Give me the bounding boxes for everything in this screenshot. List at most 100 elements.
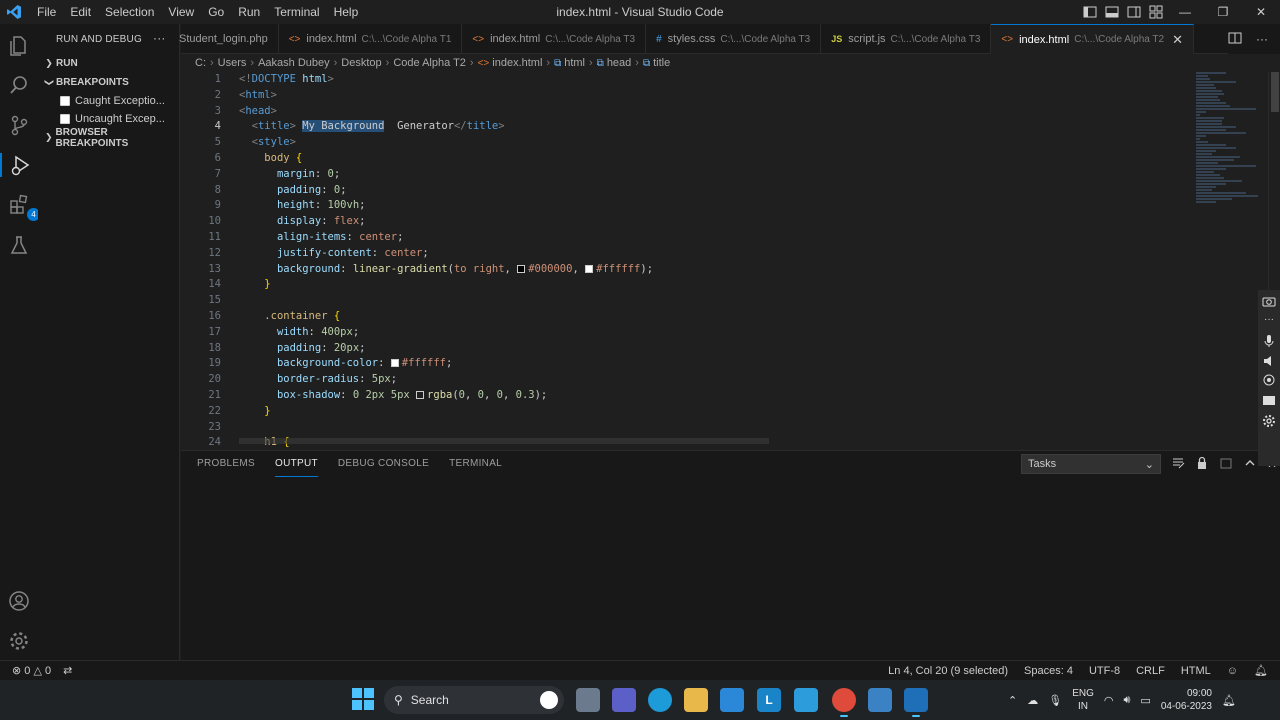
code-area[interactable]: <!DOCTYPE html> <html> <head> <title> My… (239, 72, 1179, 450)
split-editor-icon[interactable] (1228, 31, 1242, 48)
checkbox[interactable] (60, 114, 70, 124)
feedback-icon[interactable]: ☺ (1227, 665, 1238, 677)
lock-scroll-icon[interactable] (1195, 456, 1209, 473)
run-section[interactable]: ❯ RUN (38, 54, 179, 73)
color-swatch-black[interactable] (517, 264, 526, 273)
breadcrumb-item[interactable]: title (653, 57, 670, 69)
tab-index-t3[interactable]: <> index.html C:\...\Code Alpha T3 (462, 24, 647, 54)
close-tab-icon[interactable]: ✕ (1172, 32, 1183, 48)
problems-indicator[interactable]: ⊗ 0 △ 0 (12, 664, 51, 677)
edge-browser-icon[interactable] (648, 688, 672, 712)
tab-script-js[interactable]: JS script.js C:\...\Code Alpha T3 (821, 24, 992, 54)
customize-layout-icon[interactable] (1148, 4, 1164, 20)
speaker-icon[interactable] (1262, 354, 1276, 368)
more-actions-icon[interactable]: ··· (153, 31, 166, 45)
live-share-icon[interactable]: ⇄ (63, 664, 72, 677)
color-swatch-white[interactable] (390, 359, 399, 368)
close-window-button[interactable]: ✕ (1242, 0, 1280, 24)
taskbar-search[interactable]: ⚲ Search (384, 686, 564, 714)
color-swatch-rgba[interactable] (416, 390, 425, 399)
chrome-browser-icon[interactable] (832, 688, 856, 717)
input-language[interactable]: ENG IN (1072, 687, 1094, 713)
account-icon[interactable] (7, 589, 31, 613)
testing-icon[interactable] (7, 233, 31, 257)
lightshot-l-icon[interactable]: L (757, 688, 781, 712)
recorder-camera-icon[interactable] (1262, 294, 1276, 308)
notification-center-icon[interactable]: 🔔︎ (1222, 694, 1236, 707)
breadcrumb-item[interactable]: html (564, 57, 585, 69)
search-icon[interactable] (7, 73, 31, 97)
file-explorer-icon[interactable] (684, 688, 708, 712)
explorer-icon[interactable] (7, 33, 31, 57)
line-ending[interactable]: CRLF (1136, 665, 1165, 677)
tab-problems[interactable]: PROBLEMS (197, 451, 255, 477)
tab-debug-console[interactable]: DEBUG CONSOLE (338, 451, 429, 477)
store-icon[interactable] (794, 688, 818, 712)
manage-gear-icon[interactable] (7, 629, 31, 653)
menu-view[interactable]: View (161, 0, 201, 24)
teams-chat-icon[interactable] (612, 688, 636, 712)
volume-icon[interactable]: 🔊︎ (1123, 694, 1130, 707)
breakpoint-caught-exceptions[interactable]: Caught Exceptio... (38, 92, 179, 110)
wifi-icon[interactable]: ◠ (1104, 694, 1114, 707)
cloud-icon[interactable]: ☁ (1027, 694, 1038, 707)
maximize-panel-icon[interactable] (1243, 456, 1257, 473)
webcam-icon[interactable] (1262, 374, 1276, 388)
breadcrumb-item[interactable]: C: (195, 57, 206, 69)
breakpoints-section[interactable]: ❯ BREAKPOINTS (38, 73, 179, 92)
breadcrumb-item[interactable]: Users (218, 57, 247, 69)
extensions-icon[interactable]: 4 (7, 193, 40, 221)
breadcrumb-item[interactable]: index.html (492, 57, 542, 69)
minimap[interactable] (1196, 72, 1266, 242)
horizontal-scrollbar[interactable] (239, 438, 769, 444)
vscode-taskbar-icon[interactable] (904, 688, 928, 717)
windows-start-icon[interactable] (352, 688, 374, 710)
language-mode[interactable]: HTML (1181, 665, 1211, 677)
tab-index-t1[interactable]: <> index.html C:\...\Code Alpha T1 (279, 24, 463, 54)
color-swatch-white[interactable] (585, 264, 594, 273)
output-channel-select[interactable]: Tasks ⌄ (1021, 454, 1161, 474)
clock[interactable]: 09:00 04-06-2023 (1161, 687, 1212, 713)
more-actions-icon[interactable]: ··· (1256, 32, 1268, 46)
menu-selection[interactable]: Selection (98, 0, 161, 24)
clear-output-icon[interactable] (1171, 456, 1185, 473)
breadcrumb-item[interactable]: Desktop (341, 57, 381, 69)
notifications-bell-icon[interactable]: 🔔︎ (1254, 664, 1268, 677)
menu-terminal[interactable]: Terminal (267, 0, 326, 24)
indentation[interactable]: Spaces: 4 (1024, 665, 1073, 677)
open-in-editor-icon[interactable] (1219, 456, 1233, 473)
run-debug-icon[interactable] (0, 153, 38, 177)
cursor-position[interactable]: Ln 4, Col 20 (9 selected) (888, 665, 1008, 677)
breadcrumb-item[interactable]: head (607, 57, 631, 69)
source-control-icon[interactable] (7, 113, 31, 137)
task-view-icon[interactable] (576, 688, 600, 712)
microphone-icon[interactable] (1262, 334, 1276, 348)
encoding[interactable]: UTF-8 (1089, 665, 1120, 677)
microphone-tray-icon[interactable]: 🎙︎ (1048, 694, 1062, 707)
notepad-icon[interactable] (868, 688, 892, 712)
breadcrumb-item[interactable]: Code Alpha T2 (393, 57, 466, 69)
menu-help[interactable]: Help (327, 0, 366, 24)
toggle-panel-icon[interactable] (1104, 4, 1120, 20)
tab-styles-css[interactable]: # styles.css C:\...\Code Alpha T3 (646, 24, 822, 54)
scrollbar-thumb[interactable] (1271, 72, 1279, 112)
chevron-up-icon[interactable]: ⌃ (1008, 694, 1017, 707)
browser-breakpoints-section[interactable]: ❯ BROWSER BREAKPOINTS (38, 127, 179, 149)
breadcrumb-item[interactable]: Aakash Dubey (258, 57, 330, 69)
bing-icon[interactable] (540, 691, 558, 709)
breakpoint-uncaught-exceptions[interactable]: Uncaught Excep... (38, 110, 179, 128)
toggle-secondary-sidebar-icon[interactable] (1126, 4, 1142, 20)
restore-button[interactable]: ❐ (1204, 0, 1242, 24)
mail-icon[interactable] (720, 688, 744, 712)
tab-student-login[interactable]: Student_login.php (179, 24, 279, 54)
code-editor[interactable]: 1 2 3 4 5 6 7 8 9 10 11 12 13 14 15 16 17 18 19 20 21 22 23 24 … (181, 72, 1280, 450)
menu-file[interactable]: File (30, 0, 63, 24)
battery-icon[interactable]: ▭ (1140, 694, 1150, 707)
menu-edit[interactable]: Edit (63, 0, 98, 24)
vscode-logo-icon[interactable] (0, 0, 28, 24)
toggle-primary-sidebar-icon[interactable] (1082, 4, 1098, 20)
tab-terminal[interactable]: TERMINAL (449, 451, 502, 477)
more-options-icon[interactable]: ··· (1262, 314, 1276, 328)
settings-gear-icon[interactable] (1262, 414, 1276, 428)
minimize-button[interactable]: — (1166, 0, 1204, 24)
